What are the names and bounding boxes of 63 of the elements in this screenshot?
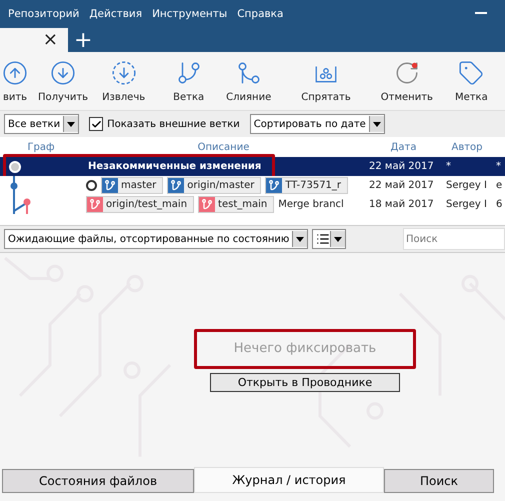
show-remote-checkbox[interactable]: Показать внешние ветки <box>89 117 240 131</box>
menu-item[interactable]: Действия <box>89 8 142 20</box>
view-mode-dropdown[interactable] <box>312 229 346 249</box>
upload-circle-icon <box>2 60 28 86</box>
empty-message: Нечего фиксировать <box>194 328 416 368</box>
commit-row[interactable]: Незакоммиченные изменения 22 май 2017 * * <box>0 157 505 176</box>
branch-label[interactable]: origin/master <box>167 177 262 194</box>
dropdown-arrow-icon[interactable] <box>334 236 342 242</box>
file-filter-dropdown[interactable]: Ожидающие файлы, отсортированные по состоянию <box>4 229 308 249</box>
column-header[interactable]: Автор <box>442 142 492 152</box>
date-cell-text: 18 май 2017 <box>368 199 435 210</box>
dropdown-arrow-icon[interactable] <box>296 236 304 242</box>
download-circle-icon <box>50 60 76 86</box>
author-cell-text: * <box>445 161 452 172</box>
menu-item[interactable]: Инструменты <box>152 8 228 20</box>
graph-node-icon <box>8 160 22 174</box>
menu-item[interactable]: Репозиторий <box>8 8 80 20</box>
column-header[interactable]: Описание <box>82 142 365 152</box>
dropdown-arrow-icon[interactable] <box>67 122 76 126</box>
branch-label[interactable]: origin/test_main <box>86 196 194 213</box>
commit-description: Merge brancl <box>278 199 344 210</box>
table-cell-text: * <box>495 161 502 172</box>
toolbar-button[interactable]: Слияние <box>226 60 272 102</box>
merge-icon <box>236 60 262 86</box>
branch-icon <box>176 60 202 86</box>
branch-label[interactable]: master <box>101 177 164 194</box>
dashed-download-icon <box>110 60 137 86</box>
date-cell-text: 22 май 2017 <box>368 161 435 172</box>
head-marker-icon <box>86 180 97 191</box>
toolbar-button[interactable]: Отменить <box>380 60 433 102</box>
toolbar-button[interactable]: Извлечь <box>102 60 146 102</box>
branch-label[interactable]: test_main <box>198 196 274 213</box>
open-in-explorer-button[interactable]: Открыть в Проводнике <box>210 372 400 392</box>
bottom-tab[interactable]: Состояния файлов <box>2 469 194 493</box>
checkmark-icon <box>90 118 102 130</box>
toolbar-button[interactable]: Спрятать <box>301 60 351 102</box>
list-icon <box>316 232 330 246</box>
date-cell-text: 22 май 2017 <box>368 180 435 191</box>
tag-icon <box>458 60 484 86</box>
column-header[interactable]: Граф <box>0 142 82 152</box>
bottom-tab[interactable]: Поиск <box>384 469 494 493</box>
commit-description: Незакоммиченные изменения <box>87 161 262 172</box>
table-cell-text: e <box>495 180 504 191</box>
branch-filter-dropdown[interactable]: Все ветки <box>4 114 80 134</box>
table-cell-text: 6 <box>495 199 504 210</box>
commit-row[interactable]: master origin/master TT-73571_r 22 май 2017 Sergey I e <box>0 176 505 195</box>
author-cell-text: Sergey I <box>445 180 488 191</box>
branch-label[interactable]: TT-73571_r <box>265 177 348 194</box>
toolbar-button[interactable]: Ветка <box>173 60 204 102</box>
menu-item[interactable]: Справка <box>237 8 284 20</box>
close-tab-button[interactable]: × <box>36 31 64 49</box>
new-tab-button[interactable]: + <box>68 30 98 52</box>
author-cell-text: Sergey I <box>445 199 488 210</box>
bottom-tab[interactable]: Журнал / история <box>194 467 384 493</box>
column-header[interactable]: Дата <box>365 142 442 152</box>
document-tab[interactable]: × <box>0 28 68 52</box>
toolbar-button[interactable]: Метка <box>454 60 488 102</box>
toolbar-button[interactable]: Получить <box>38 60 88 102</box>
search-field[interactable]: Поиск <box>403 228 505 250</box>
undo-icon <box>394 60 420 86</box>
toolbar-button[interactable]: вить <box>2 60 28 102</box>
sort-dropdown[interactable]: Сортировать по дате <box>250 114 385 134</box>
dropdown-arrow-icon[interactable] <box>372 122 381 126</box>
